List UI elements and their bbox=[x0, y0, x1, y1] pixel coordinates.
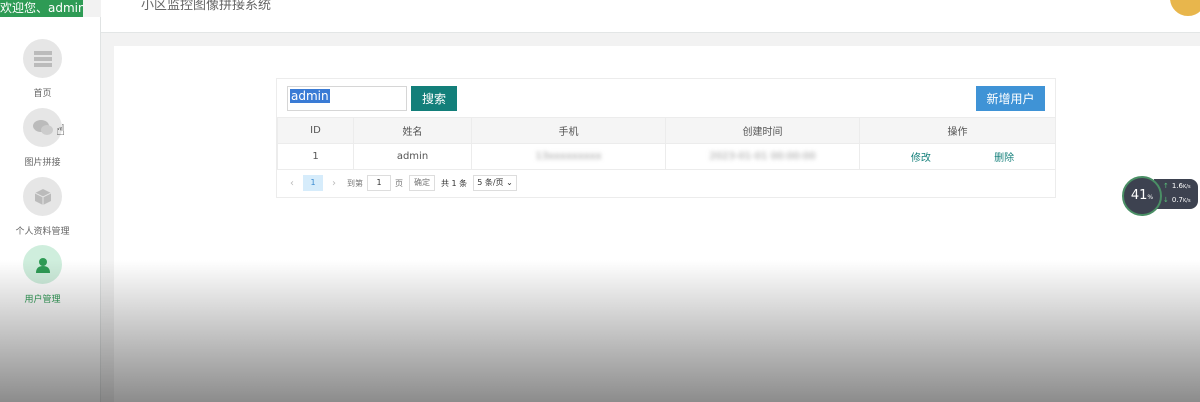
welcome-text: 欢迎您、admin bbox=[0, 0, 83, 17]
gauge-percent: 41 bbox=[1130, 188, 1148, 203]
cell-name: admin bbox=[353, 143, 472, 170]
cell-actions: 修改 删除 bbox=[859, 143, 1056, 170]
delete-link[interactable]: 删除 bbox=[969, 149, 1039, 164]
prev-page-icon[interactable]: ‹ bbox=[285, 178, 299, 189]
search-button[interactable]: 搜索 bbox=[411, 86, 457, 111]
download-rate-unit: K/s bbox=[1183, 198, 1191, 204]
sidebar-item-label: 个人资料管理 bbox=[15, 227, 70, 237]
phone-value: 13xxxxxxxxx bbox=[535, 151, 602, 162]
sidebar: 首页 图片拼接 个人资料管理 用户管理 bbox=[0, 17, 101, 402]
home-icon bbox=[23, 39, 62, 78]
created-value: 2023-01-01 00:00:00 bbox=[709, 151, 816, 162]
cell-phone: 13xxxxxxxxx bbox=[471, 143, 666, 170]
column-header: 手机 bbox=[471, 117, 666, 144]
total-count: 共 1 条 bbox=[441, 178, 468, 188]
goto-suffix: 页 bbox=[395, 178, 403, 188]
edit-link[interactable]: 修改 bbox=[876, 149, 966, 164]
cell-created: 2023-01-01 00:00:00 bbox=[665, 143, 860, 170]
table-header-row: ID 姓名 手机 创建时间 操作 bbox=[277, 117, 1056, 144]
column-header: ID bbox=[277, 117, 354, 144]
sidebar-item-user-management[interactable]: 用户管理 bbox=[0, 245, 100, 311]
user-avatar[interactable] bbox=[1168, 0, 1200, 18]
upload-rate-unit: K/s bbox=[1183, 184, 1191, 190]
gauge-percent-unit: % bbox=[1147, 194, 1154, 201]
sidebar-item-home[interactable]: 首页 bbox=[0, 39, 100, 105]
main-content: admin 搜索 新增用户 ID 姓名 手机 创建时间 操作 1 admin 1… bbox=[114, 46, 1200, 402]
app-title: 小区监控图像拼接系统 bbox=[141, 0, 272, 13]
sidebar-item-label: 用户管理 bbox=[24, 295, 61, 305]
search-input-value: admin bbox=[290, 89, 330, 103]
chevron-down-icon: ⌄ bbox=[506, 178, 513, 187]
search-input[interactable]: admin bbox=[287, 86, 407, 111]
pointer-cursor-icon: ☝ bbox=[56, 121, 66, 139]
column-header: 操作 bbox=[859, 117, 1056, 144]
page-size-value: 5 条/页 bbox=[477, 178, 504, 187]
table-row: 1 admin 13xxxxxxxxx 2023-01-01 00:00:00 … bbox=[277, 143, 1056, 170]
goto-page-input[interactable]: 1 bbox=[367, 175, 391, 191]
arrow-down-icon: ↓ bbox=[1163, 196, 1169, 204]
column-header: 姓名 bbox=[353, 117, 472, 144]
sidebar-item-label: 首页 bbox=[33, 89, 52, 99]
page-size-select[interactable]: 5 条/页 ⌄ bbox=[473, 175, 517, 191]
upload-rate-value: 1.6 bbox=[1171, 182, 1184, 190]
add-user-button[interactable]: 新增用户 bbox=[976, 86, 1045, 111]
top-header: 小区监控图像拼接系统 bbox=[101, 0, 1200, 33]
pagination: ‹ 1 › 到第 1 页 确定 共 1 条 5 条/页 ⌄ bbox=[285, 175, 517, 191]
sidebar-item-profile[interactable]: 个人资料管理 bbox=[0, 177, 100, 243]
goto-prefix: 到第 bbox=[347, 178, 363, 188]
next-page-icon[interactable]: › bbox=[327, 178, 341, 189]
sidebar-item-label: 图片拼接 bbox=[24, 158, 61, 168]
network-monitor-widget[interactable]: ↑ 1.6K/s ↓ 0.7K/s 41% bbox=[1122, 176, 1198, 216]
sidebar-item-image-stitch[interactable]: 图片拼接 bbox=[0, 108, 100, 174]
download-rate-value: 0.7 bbox=[1171, 196, 1184, 204]
memory-gauge: 41% bbox=[1122, 176, 1162, 216]
user-table: ID 姓名 手机 创建时间 操作 1 admin 13xxxxxxxxx 202… bbox=[277, 117, 1056, 170]
user-icon bbox=[23, 245, 62, 284]
confirm-button[interactable]: 确定 bbox=[409, 175, 435, 191]
box-icon bbox=[23, 177, 62, 216]
arrow-up-icon: ↑ bbox=[1163, 182, 1169, 190]
cell-id: 1 bbox=[277, 143, 354, 170]
current-page-button[interactable]: 1 bbox=[303, 175, 323, 191]
user-table-card: admin 搜索 新增用户 ID 姓名 手机 创建时间 操作 1 admin 1… bbox=[276, 78, 1056, 198]
column-header: 创建时间 bbox=[665, 117, 860, 144]
